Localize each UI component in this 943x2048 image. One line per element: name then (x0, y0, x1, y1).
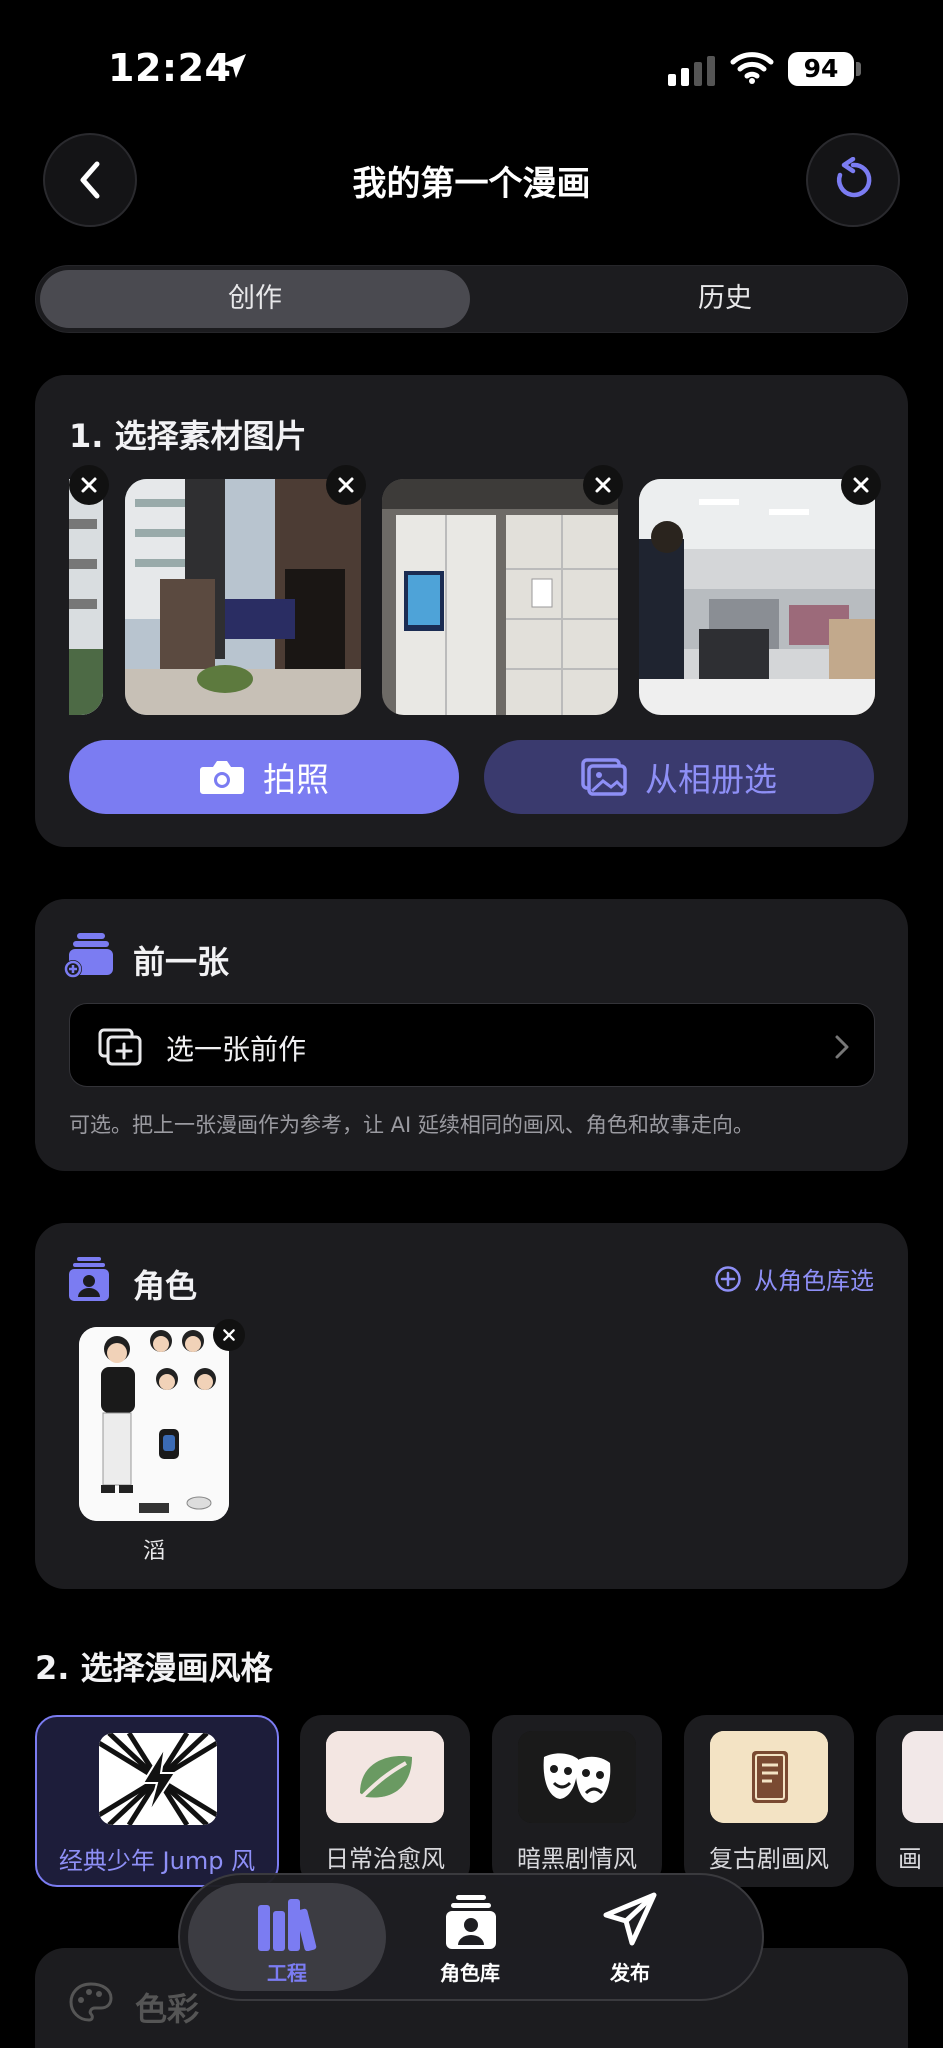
plus-circle-icon (715, 1265, 741, 1292)
unknown-icon (902, 1731, 943, 1823)
select-from-library-label: 从角色库选 (754, 1267, 874, 1295)
take-photo-button[interactable]: 拍照 (69, 740, 459, 814)
status-bar: 12:24 94 (0, 0, 943, 130)
wifi-icon (730, 52, 774, 84)
bottom-tab-bar: 工程 角色库 发布 (178, 1873, 764, 2001)
tab-label: 发布 (610, 1961, 650, 1985)
select-previous-work-label: 选一张前作 (166, 1033, 307, 1066)
previous-helper-text: 可选。把上一张漫画作为参考，让 AI 延续相同的画风、角色和故事走向。 (69, 1113, 754, 1137)
close-icon (338, 477, 354, 493)
chevron-right-icon (835, 1035, 849, 1059)
take-photo-label: 拍照 (263, 760, 329, 799)
tab-projects[interactable]: 工程 (188, 1883, 386, 1991)
style-heading: 2. 选择漫画风格 (35, 1649, 273, 1687)
previous-card: 前一张 选一张前作 可选。把上一张漫画作为参考，让 AI 延续相同的画风、角色和… (35, 899, 908, 1171)
character-library-icon (446, 1895, 496, 1949)
choose-from-album-label: 从相册选 (645, 760, 777, 799)
status-time: 12:24 (108, 46, 232, 90)
palette-icon (69, 1982, 113, 2022)
tab-publish[interactable]: 发布 (560, 1875, 700, 1999)
style-option-label: 画 (898, 1845, 922, 1873)
lightning-icon (99, 1733, 217, 1825)
character-badge-icon (69, 1257, 109, 1301)
remove-photo-button[interactable] (326, 465, 366, 505)
camera-icon (200, 761, 244, 794)
battery-cap (856, 62, 861, 76)
theater-masks-icon (518, 1731, 636, 1823)
tab-label: 工程 (267, 1961, 307, 1985)
select-previous-work-row[interactable]: 选一张前作 (69, 1003, 875, 1087)
refresh-icon (836, 157, 872, 198)
send-icon (603, 1892, 657, 1946)
style-option-partial[interactable]: 画 (876, 1715, 943, 1887)
battery-indicator: 94 (788, 52, 854, 86)
location-arrow-icon (222, 54, 246, 78)
photo-thumbnail[interactable] (382, 479, 618, 715)
close-icon (81, 477, 97, 493)
tab-create[interactable]: 创作 (40, 270, 470, 328)
character-thumbnail[interactable] (79, 1327, 229, 1521)
remove-photo-button[interactable] (841, 465, 881, 505)
character-name: 滔 (142, 1539, 165, 1564)
style-option-retro[interactable]: 复古剧画风 (684, 1715, 854, 1887)
style-option-label: 日常治愈风 (325, 1845, 445, 1873)
previous-heading: 前一张 (133, 943, 230, 981)
style-option-label: 暗黑剧情风 (517, 1845, 637, 1873)
close-icon (595, 477, 611, 493)
style-option-label: 复古剧画风 (709, 1845, 829, 1873)
style-option-jump[interactable]: 经典少年 Jump 风 (35, 1715, 279, 1887)
close-icon (853, 477, 869, 493)
remove-character-button[interactable] (213, 1319, 245, 1351)
materials-card: 1. 选择素材图片 拍照 从相册选 (35, 375, 908, 847)
cellular-signal-icon (668, 56, 715, 86)
photo-thumbnail[interactable] (69, 479, 103, 715)
add-to-stack-icon (98, 1028, 142, 1066)
style-option-daily[interactable]: 日常治愈风 (300, 1715, 470, 1887)
leaf-icon (326, 1731, 444, 1823)
photo-strip[interactable] (69, 479, 875, 715)
remove-photo-button[interactable] (583, 465, 623, 505)
books-icon (258, 1899, 317, 1951)
close-icon (223, 1329, 235, 1341)
materials-heading: 1. 选择素材图片 (69, 417, 307, 455)
select-from-library-link[interactable]: 从角色库选 (714, 1261, 874, 1296)
photo-thumbnail[interactable] (125, 479, 361, 715)
book-icon (710, 1731, 828, 1823)
style-option-label: 经典少年 Jump 风 (58, 1847, 256, 1875)
characters-heading: 角色 (133, 1267, 198, 1305)
characters-card: 角色 从角色库选 滔 (35, 1223, 908, 1589)
choose-from-album-button[interactable]: 从相册选 (484, 740, 874, 814)
stack-add-icon (64, 933, 113, 978)
page-title: 我的第一个漫画 (352, 164, 591, 204)
tab-label: 角色库 (440, 1961, 500, 1985)
mode-segmented-control: 创作 历史 (35, 265, 908, 333)
photo-library-icon (581, 758, 627, 796)
tab-history[interactable]: 历史 (510, 270, 940, 328)
remove-photo-button[interactable] (69, 465, 109, 505)
photo-thumbnail[interactable] (639, 479, 875, 715)
refresh-button[interactable] (806, 133, 900, 227)
colors-heading: 色彩 (135, 1990, 200, 2028)
style-option-dark[interactable]: 暗黑剧情风 (492, 1715, 662, 1887)
tab-character-library[interactable]: 角色库 (400, 1875, 540, 1999)
